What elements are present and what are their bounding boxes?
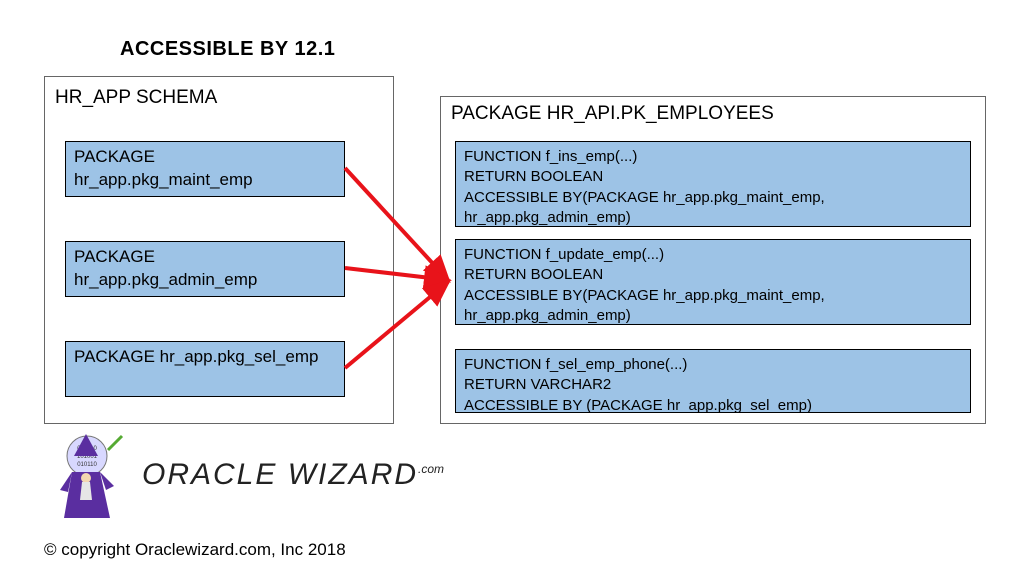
wizard-icon: 010110 101001 010110 — [42, 430, 132, 520]
copyright-text: © copyright Oraclewizard.com, Inc 2018 — [44, 540, 346, 560]
function-f-update-emp: FUNCTION f_update_emp(...) RETURN BOOLEA… — [455, 239, 971, 325]
package-maint-emp: PACKAGE hr_app.pkg_maint_emp — [65, 141, 345, 197]
function-f-sel-emp-phone: FUNCTION f_sel_emp_phone(...) RETURN VAR… — [455, 349, 971, 413]
schema-box: HR_APP SCHEMA PACKAGE hr_app.pkg_maint_e… — [44, 76, 394, 424]
package-sel-emp: PACKAGE hr_app.pkg_sel_emp — [65, 341, 345, 397]
schema-title: HR_APP SCHEMA — [55, 87, 217, 109]
logo-text: ORACLE WIZARD.com — [142, 458, 444, 492]
svg-text:010110: 010110 — [77, 462, 97, 468]
api-title: PACKAGE HR_API.PK_EMPLOYEES — [451, 103, 774, 125]
api-package-box: PACKAGE HR_API.PK_EMPLOYEES FUNCTION f_i… — [440, 96, 986, 424]
package-admin-emp: PACKAGE hr_app.pkg_admin_emp — [65, 241, 345, 297]
logo-main: ORACLE WIZARD — [142, 458, 418, 491]
function-f-ins-emp: FUNCTION f_ins_emp(...) RETURN BOOLEAN A… — [455, 141, 971, 227]
page-title: ACCESSIBLE BY 12.1 — [120, 38, 335, 61]
logo-suffix: .com — [418, 462, 444, 476]
footer-logo: 010110 101001 010110 ORACLE WIZARD.com — [42, 430, 462, 520]
